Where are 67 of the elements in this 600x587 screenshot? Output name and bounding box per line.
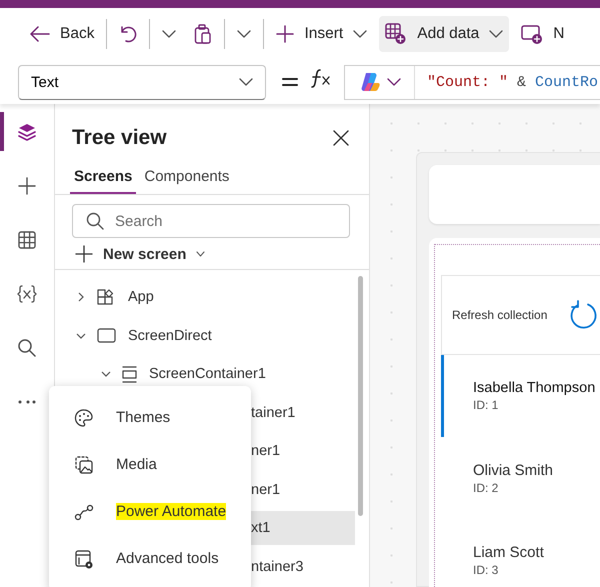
insert-button[interactable]: Insert <box>270 16 374 52</box>
chevron-down-icon <box>196 251 206 257</box>
arrow-left-icon <box>30 26 50 42</box>
chevron-down-icon <box>386 78 400 86</box>
screen-add-icon <box>521 23 544 45</box>
chevron-down-icon[interactable] <box>100 371 112 378</box>
property-dropdown[interactable]: Text <box>18 64 266 100</box>
plus-icon <box>276 25 294 43</box>
chevron-down-icon[interactable] <box>75 332 87 339</box>
search-icon <box>86 212 104 230</box>
clipboard-icon <box>194 24 212 44</box>
app-icon <box>97 288 116 306</box>
tree-item[interactable]: ner1 <box>251 434 355 468</box>
palette-icon <box>74 408 94 428</box>
container-icon <box>122 366 137 383</box>
record-id: ID: 2 <box>473 480 500 494</box>
menu-item[interactable]: Media <box>49 441 251 488</box>
tab[interactable]: Components <box>140 162 234 194</box>
formula-text: "Count: " & CountRo <box>426 74 598 90</box>
search-field[interactable]: Search <box>72 204 350 238</box>
table-add-icon <box>385 23 408 45</box>
highlighted-label: Power Automate <box>116 503 226 520</box>
tree-item[interactable]: ntainer3 <box>251 550 355 584</box>
screen-icon <box>97 327 116 344</box>
tree-item[interactable]: ScreenDirect <box>126 318 355 353</box>
scrollbar[interactable] <box>358 276 363 516</box>
copilot-icon <box>358 71 380 93</box>
table-icon <box>17 230 37 250</box>
panel-title: Tree view <box>72 126 167 150</box>
list-item[interactable]: Olivia Smith ID: 2 <box>441 437 600 519</box>
tree-item[interactable]: ner1 <box>251 472 355 507</box>
plus-icon <box>17 176 37 196</box>
add-data-button[interactable]: Add data <box>379 16 510 52</box>
refresh-label: Refresh collection <box>452 308 548 322</box>
record-name: Olivia Smith <box>473 462 554 478</box>
record-id: ID: 1 <box>473 398 500 412</box>
tree-item[interactable]: App <box>126 280 355 314</box>
variable-icon <box>17 284 37 304</box>
close-button[interactable] <box>333 130 349 146</box>
record-name: Liam Scott <box>473 544 545 560</box>
formula-field[interactable]: "Count: " & CountRo <box>344 64 600 100</box>
menu-item[interactable]: Advanced tools <box>49 535 251 582</box>
refresh-button[interactable] <box>569 300 600 330</box>
list-item[interactable]: Isabella Thompson ID: 1 <box>441 355 600 437</box>
equals-icon <box>282 77 298 87</box>
chevron-down-icon <box>237 30 252 38</box>
tab[interactable]: Screens <box>70 162 136 194</box>
plus-icon <box>75 245 93 263</box>
more-icon <box>18 400 36 404</box>
close-icon <box>333 130 349 146</box>
undo-icon <box>119 25 138 43</box>
tree-item[interactable]: xt1 <box>251 511 355 546</box>
layers-icon <box>17 122 37 142</box>
menu-item[interactable]: Power Automate <box>49 488 251 535</box>
new-button[interactable]: N <box>515 16 570 52</box>
tools-icon <box>74 548 94 568</box>
menu-item[interactable]: Themes <box>49 394 251 441</box>
chevron-down-icon <box>162 30 176 38</box>
back-button[interactable]: Back <box>24 16 100 52</box>
search-icon <box>17 338 37 358</box>
record-id: ID: 3 <box>473 562 500 576</box>
tree-item[interactable]: tainer1 <box>251 396 355 430</box>
image-icon <box>74 454 94 474</box>
chevron-down-icon <box>239 78 253 86</box>
record-name: Isabella Thompson <box>473 380 596 396</box>
list-item[interactable]: Liam Scott ID: 3 <box>441 519 600 587</box>
new-screen-button[interactable]: New screen <box>55 238 206 269</box>
